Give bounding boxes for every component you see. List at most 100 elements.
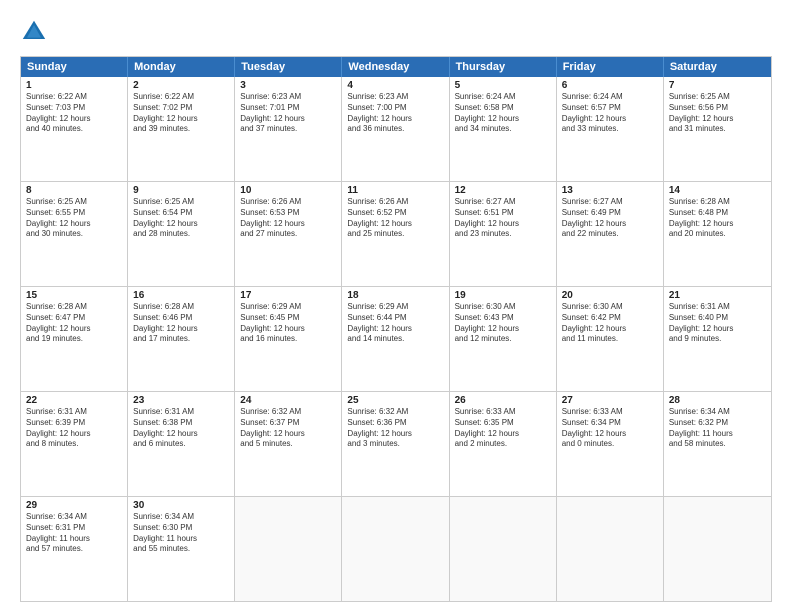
cell-info: Sunrise: 6:25 AMSunset: 6:54 PMDaylight:… (133, 197, 229, 240)
calendar-cell: 5Sunrise: 6:24 AMSunset: 6:58 PMDaylight… (450, 77, 557, 181)
cell-info: Sunrise: 6:23 AMSunset: 7:01 PMDaylight:… (240, 92, 336, 135)
cell-info: Sunrise: 6:23 AMSunset: 7:00 PMDaylight:… (347, 92, 443, 135)
day-number: 18 (347, 290, 443, 301)
weekday-wednesday: Wednesday (342, 57, 449, 77)
calendar-cell: 30Sunrise: 6:34 AMSunset: 6:30 PMDayligh… (128, 497, 235, 601)
day-number: 20 (562, 290, 658, 301)
weekday-saturday: Saturday (664, 57, 771, 77)
calendar-row-3: 15Sunrise: 6:28 AMSunset: 6:47 PMDayligh… (21, 287, 771, 392)
day-number: 24 (240, 395, 336, 406)
cell-info: Sunrise: 6:31 AMSunset: 6:40 PMDaylight:… (669, 302, 766, 345)
calendar-cell: 12Sunrise: 6:27 AMSunset: 6:51 PMDayligh… (450, 182, 557, 286)
day-number: 1 (26, 80, 122, 91)
cell-info: Sunrise: 6:33 AMSunset: 6:34 PMDaylight:… (562, 407, 658, 450)
day-number: 6 (562, 80, 658, 91)
day-number: 28 (669, 395, 766, 406)
weekday-tuesday: Tuesday (235, 57, 342, 77)
day-number: 19 (455, 290, 551, 301)
day-number: 15 (26, 290, 122, 301)
weekday-friday: Friday (557, 57, 664, 77)
calendar-cell (557, 497, 664, 601)
calendar-cell: 9Sunrise: 6:25 AMSunset: 6:54 PMDaylight… (128, 182, 235, 286)
weekday-monday: Monday (128, 57, 235, 77)
logo-icon (20, 18, 48, 46)
page: SundayMondayTuesdayWednesdayThursdayFrid… (0, 0, 792, 612)
calendar-cell: 15Sunrise: 6:28 AMSunset: 6:47 PMDayligh… (21, 287, 128, 391)
calendar-cell: 6Sunrise: 6:24 AMSunset: 6:57 PMDaylight… (557, 77, 664, 181)
calendar-cell: 13Sunrise: 6:27 AMSunset: 6:49 PMDayligh… (557, 182, 664, 286)
cell-info: Sunrise: 6:31 AMSunset: 6:39 PMDaylight:… (26, 407, 122, 450)
day-number: 22 (26, 395, 122, 406)
calendar-cell: 14Sunrise: 6:28 AMSunset: 6:48 PMDayligh… (664, 182, 771, 286)
day-number: 11 (347, 185, 443, 196)
calendar: SundayMondayTuesdayWednesdayThursdayFrid… (20, 56, 772, 602)
day-number: 29 (26, 500, 122, 511)
calendar-cell: 25Sunrise: 6:32 AMSunset: 6:36 PMDayligh… (342, 392, 449, 496)
calendar-cell: 2Sunrise: 6:22 AMSunset: 7:02 PMDaylight… (128, 77, 235, 181)
cell-info: Sunrise: 6:32 AMSunset: 6:37 PMDaylight:… (240, 407, 336, 450)
day-number: 25 (347, 395, 443, 406)
day-number: 9 (133, 185, 229, 196)
calendar-row-1: 1Sunrise: 6:22 AMSunset: 7:03 PMDaylight… (21, 77, 771, 182)
calendar-cell: 8Sunrise: 6:25 AMSunset: 6:55 PMDaylight… (21, 182, 128, 286)
calendar-cell: 24Sunrise: 6:32 AMSunset: 6:37 PMDayligh… (235, 392, 342, 496)
calendar-cell (664, 497, 771, 601)
calendar-cell: 29Sunrise: 6:34 AMSunset: 6:31 PMDayligh… (21, 497, 128, 601)
calendar-cell: 4Sunrise: 6:23 AMSunset: 7:00 PMDaylight… (342, 77, 449, 181)
day-number: 21 (669, 290, 766, 301)
calendar-cell (450, 497, 557, 601)
calendar-cell: 10Sunrise: 6:26 AMSunset: 6:53 PMDayligh… (235, 182, 342, 286)
cell-info: Sunrise: 6:28 AMSunset: 6:47 PMDaylight:… (26, 302, 122, 345)
cell-info: Sunrise: 6:28 AMSunset: 6:48 PMDaylight:… (669, 197, 766, 240)
cell-info: Sunrise: 6:27 AMSunset: 6:51 PMDaylight:… (455, 197, 551, 240)
cell-info: Sunrise: 6:24 AMSunset: 6:57 PMDaylight:… (562, 92, 658, 135)
cell-info: Sunrise: 6:26 AMSunset: 6:52 PMDaylight:… (347, 197, 443, 240)
calendar-cell: 22Sunrise: 6:31 AMSunset: 6:39 PMDayligh… (21, 392, 128, 496)
calendar-row-5: 29Sunrise: 6:34 AMSunset: 6:31 PMDayligh… (21, 497, 771, 601)
day-number: 26 (455, 395, 551, 406)
logo (20, 18, 52, 46)
cell-info: Sunrise: 6:33 AMSunset: 6:35 PMDaylight:… (455, 407, 551, 450)
day-number: 13 (562, 185, 658, 196)
cell-info: Sunrise: 6:34 AMSunset: 6:30 PMDaylight:… (133, 512, 229, 555)
day-number: 14 (669, 185, 766, 196)
cell-info: Sunrise: 6:22 AMSunset: 7:02 PMDaylight:… (133, 92, 229, 135)
day-number: 23 (133, 395, 229, 406)
calendar-row-4: 22Sunrise: 6:31 AMSunset: 6:39 PMDayligh… (21, 392, 771, 497)
weekday-thursday: Thursday (450, 57, 557, 77)
calendar-cell: 18Sunrise: 6:29 AMSunset: 6:44 PMDayligh… (342, 287, 449, 391)
calendar-cell: 28Sunrise: 6:34 AMSunset: 6:32 PMDayligh… (664, 392, 771, 496)
day-number: 2 (133, 80, 229, 91)
calendar-cell: 27Sunrise: 6:33 AMSunset: 6:34 PMDayligh… (557, 392, 664, 496)
day-number: 16 (133, 290, 229, 301)
calendar-header: SundayMondayTuesdayWednesdayThursdayFrid… (21, 57, 771, 77)
calendar-cell (342, 497, 449, 601)
cell-info: Sunrise: 6:27 AMSunset: 6:49 PMDaylight:… (562, 197, 658, 240)
cell-info: Sunrise: 6:26 AMSunset: 6:53 PMDaylight:… (240, 197, 336, 240)
calendar-cell: 7Sunrise: 6:25 AMSunset: 6:56 PMDaylight… (664, 77, 771, 181)
calendar-cell: 23Sunrise: 6:31 AMSunset: 6:38 PMDayligh… (128, 392, 235, 496)
cell-info: Sunrise: 6:29 AMSunset: 6:45 PMDaylight:… (240, 302, 336, 345)
cell-info: Sunrise: 6:28 AMSunset: 6:46 PMDaylight:… (133, 302, 229, 345)
calendar-cell: 20Sunrise: 6:30 AMSunset: 6:42 PMDayligh… (557, 287, 664, 391)
cell-info: Sunrise: 6:32 AMSunset: 6:36 PMDaylight:… (347, 407, 443, 450)
calendar-cell: 26Sunrise: 6:33 AMSunset: 6:35 PMDayligh… (450, 392, 557, 496)
day-number: 30 (133, 500, 229, 511)
weekday-sunday: Sunday (21, 57, 128, 77)
day-number: 27 (562, 395, 658, 406)
day-number: 7 (669, 80, 766, 91)
calendar-cell: 17Sunrise: 6:29 AMSunset: 6:45 PMDayligh… (235, 287, 342, 391)
cell-info: Sunrise: 6:25 AMSunset: 6:55 PMDaylight:… (26, 197, 122, 240)
day-number: 17 (240, 290, 336, 301)
calendar-cell: 19Sunrise: 6:30 AMSunset: 6:43 PMDayligh… (450, 287, 557, 391)
calendar-body: 1Sunrise: 6:22 AMSunset: 7:03 PMDaylight… (21, 77, 771, 601)
calendar-cell: 16Sunrise: 6:28 AMSunset: 6:46 PMDayligh… (128, 287, 235, 391)
day-number: 8 (26, 185, 122, 196)
calendar-cell: 3Sunrise: 6:23 AMSunset: 7:01 PMDaylight… (235, 77, 342, 181)
cell-info: Sunrise: 6:30 AMSunset: 6:43 PMDaylight:… (455, 302, 551, 345)
cell-info: Sunrise: 6:34 AMSunset: 6:31 PMDaylight:… (26, 512, 122, 555)
calendar-row-2: 8Sunrise: 6:25 AMSunset: 6:55 PMDaylight… (21, 182, 771, 287)
cell-info: Sunrise: 6:29 AMSunset: 6:44 PMDaylight:… (347, 302, 443, 345)
cell-info: Sunrise: 6:22 AMSunset: 7:03 PMDaylight:… (26, 92, 122, 135)
calendar-cell (235, 497, 342, 601)
